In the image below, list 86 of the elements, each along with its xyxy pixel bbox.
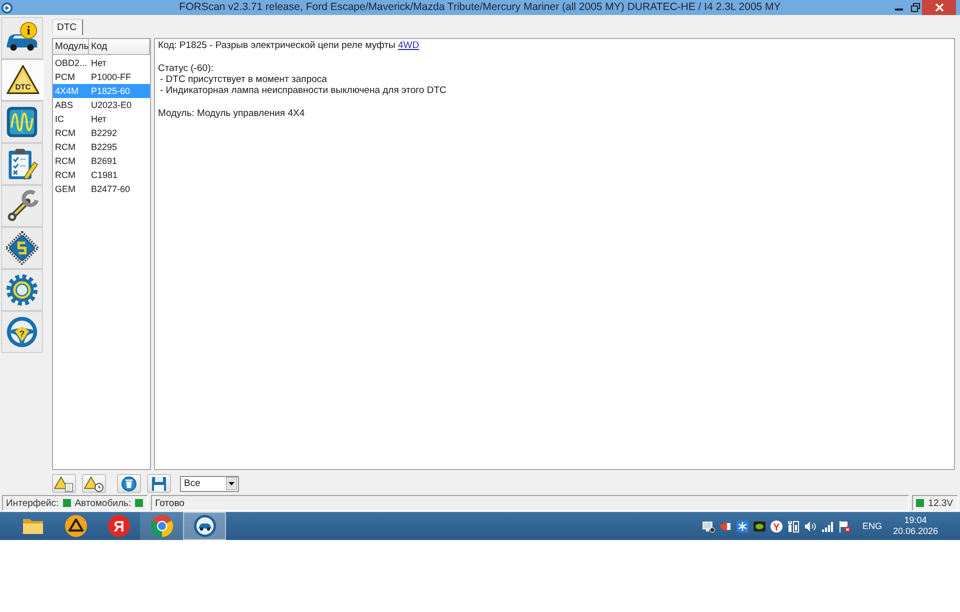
table-cell-text: C1981 <box>90 169 119 182</box>
tab[interactable]: DTC <box>52 19 83 35</box>
table-row[interactable]: OBD2... Нет <box>53 56 150 70</box>
table-cell-text: Нет <box>90 113 108 126</box>
sidebar-button[interactable] <box>1 101 43 143</box>
gear-icon <box>5 273 39 307</box>
save-icon <box>149 476 169 492</box>
table-cell-text: Нет <box>90 57 108 70</box>
filter-dropdown[interactable]: Все <box>180 476 239 492</box>
megaphone-icon[interactable] <box>719 520 732 532</box>
trash-icon <box>119 476 139 492</box>
restore-button[interactable] <box>908 0 922 15</box>
flag-alert-icon[interactable] <box>838 520 852 532</box>
waveform-icon <box>5 105 39 139</box>
language-indicator[interactable]: ENG <box>862 521 882 531</box>
link[interactable]: 4WD <box>398 40 420 51</box>
table-row[interactable]: IC Нет <box>53 112 150 126</box>
letter-logo-icon: Я <box>106 514 130 538</box>
taskbar-button[interactable] <box>140 512 183 540</box>
status-label: Интерфейс: <box>6 498 59 508</box>
graphics-card-icon[interactable] <box>753 520 766 532</box>
table-cell-text: B2292 <box>90 127 118 140</box>
clock-date[interactable]: 20.06.2026 <box>892 526 938 537</box>
status-item: - Индикаторная лампа неисправности выключена для этого DTC <box>159 85 448 96</box>
window-title: FORScan v2.3.71 release, Ford Escape/Maverick/Mazda Tribute/Mercury Mariner (all 2005 MY) DURATEC-HE / I4 2.3L 2005 MY <box>178 0 782 15</box>
close-button[interactable] <box>922 0 956 15</box>
dtc-description: Код: P1825 - Разрыв электрической цепи реле муфты 4WD <box>158 40 420 52</box>
table-row[interactable]: PCM P1000-FF <box>53 70 150 84</box>
module-text: Модуль: Модуль управления 4X4 <box>158 108 306 120</box>
table-cell-text: IC <box>54 113 65 126</box>
table-cell-text: GEM <box>54 183 77 196</box>
column-header[interactable]: Код <box>89 39 150 55</box>
table-cell-text: RCM <box>54 155 76 168</box>
table-row[interactable]: RCM B2691 <box>53 154 150 168</box>
chip-icon <box>5 231 39 265</box>
device-icon[interactable] <box>787 520 800 532</box>
toolbar-button[interactable] <box>147 474 171 493</box>
car-circle-icon <box>192 514 216 538</box>
table-cell-text: 4X4M <box>54 85 80 98</box>
table-cell-text: OBD2... <box>54 57 88 70</box>
snowflake-icon[interactable] <box>736 520 750 532</box>
table-cell-text: ABS <box>54 99 74 112</box>
table-row[interactable]: RCM C1981 <box>53 168 150 182</box>
restore-icon <box>910 3 920 12</box>
close-icon <box>934 3 944 12</box>
voltage-reading: 12.3V <box>928 498 953 508</box>
caret-icon <box>226 477 237 490</box>
column-header[interactable]: Модуль <box>53 39 89 55</box>
sidebar-button[interactable] <box>1 269 43 311</box>
triangle-logo-icon <box>64 514 88 538</box>
tricolor-circle-icon <box>150 514 174 538</box>
table-row[interactable]: GEM B2477-60 <box>53 182 150 196</box>
toolbar-button[interactable] <box>117 474 141 493</box>
table-row[interactable]: RCM B2295 <box>53 140 150 154</box>
warning-circle-icon <box>84 476 104 492</box>
toolbar-button[interactable] <box>52 474 76 493</box>
taskbar-button[interactable]: Я <box>97 512 140 540</box>
signal-icon[interactable] <box>821 520 834 532</box>
table-cell-text: PCM <box>54 71 76 84</box>
table-cell-text: RCM <box>54 127 76 140</box>
sidebar-button[interactable] <box>1 143 43 185</box>
table-cell-text: B2691 <box>90 155 118 168</box>
minimize-icon <box>895 8 903 11</box>
table-cell-text: P1825-60 <box>90 85 132 98</box>
sidebar-button[interactable] <box>1 185 43 227</box>
sidebar-button[interactable] <box>1 227 43 269</box>
toolbar-button[interactable] <box>82 474 106 493</box>
table-cell-text: RCM <box>54 141 76 154</box>
status-heading: Статус (-60): <box>158 62 214 74</box>
wrench-icon <box>5 189 39 223</box>
status-label: Автомобиль: <box>74 498 132 508</box>
table-cell-text: B2477-60 <box>90 183 132 196</box>
table-cell-text: RCM <box>54 169 76 182</box>
status-message: Готово <box>151 495 910 511</box>
table-cell-text: U2023-E0 <box>90 99 133 112</box>
status-item: - DTC присутствует в момент запроса <box>159 74 328 86</box>
table-row[interactable]: ABS U2023-E0 <box>53 98 150 112</box>
taskbar-button[interactable] <box>183 512 226 540</box>
table-cell-text: P1000-FF <box>90 71 132 84</box>
table-row[interactable]: RCM B2292 <box>53 126 150 140</box>
letter-logo-icon[interactable]: Y <box>770 520 784 532</box>
computer-icon[interactable] <box>702 520 716 532</box>
clock-time[interactable]: 19:04 <box>904 515 927 526</box>
table-cell-text: B2295 <box>90 141 118 154</box>
warning-document-icon <box>54 476 74 492</box>
volume-icon[interactable] <box>804 520 818 532</box>
